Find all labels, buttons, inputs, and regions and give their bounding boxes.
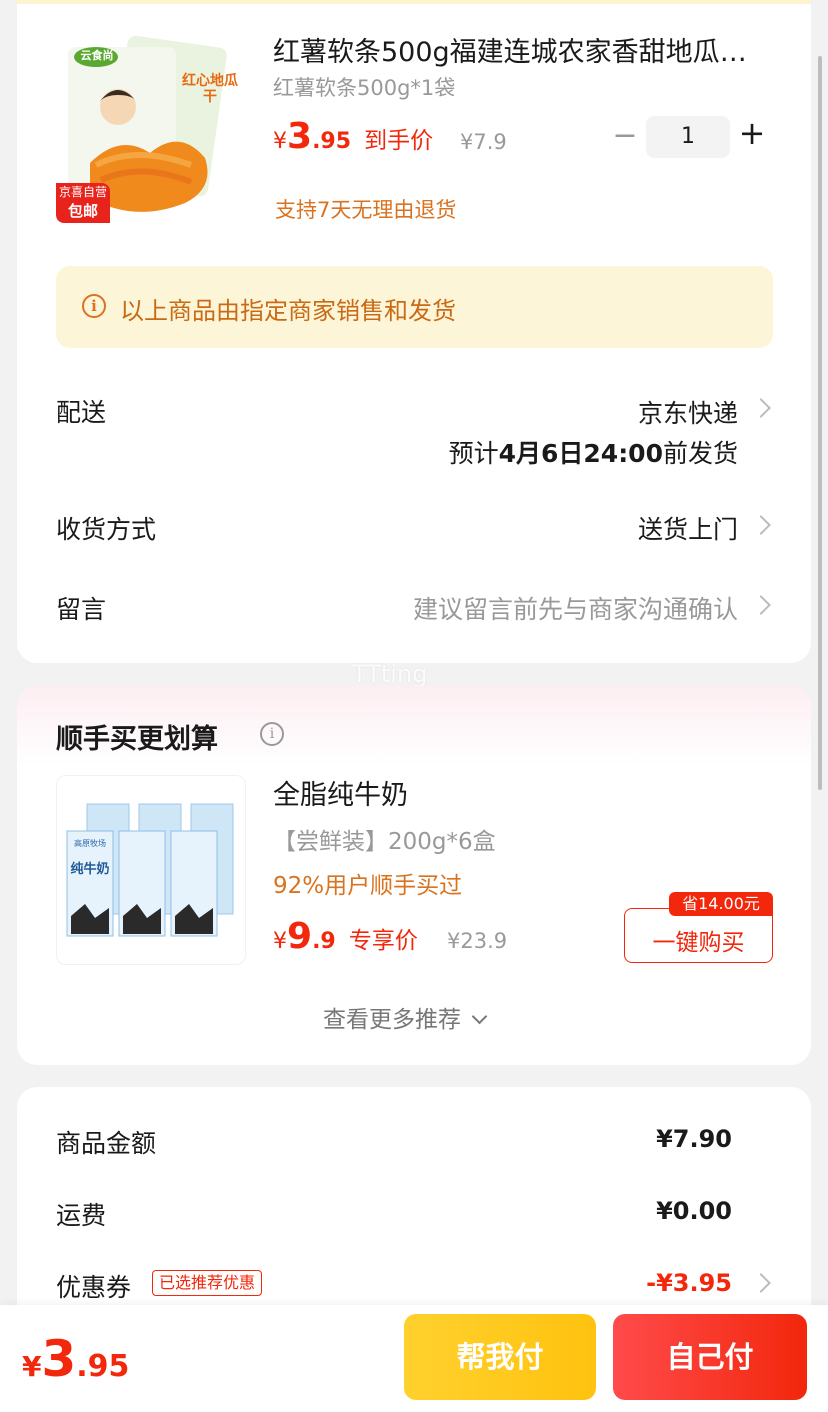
- save-badge: 省14.00元: [669, 892, 773, 916]
- more-recommend-label: 查看更多推荐: [323, 1007, 461, 1033]
- badge-top-text: 京喜自营: [58, 185, 107, 199]
- seller-notice: i 以上商品由指定商家销售和发货: [56, 266, 773, 348]
- eta-date: 4月6日24:00: [498, 439, 663, 468]
- more-recommend-link[interactable]: 查看更多推荐: [323, 1000, 488, 1034]
- qty-input[interactable]: 1: [646, 116, 730, 158]
- milk-price-int: 9: [287, 916, 313, 957]
- price-tag: 到手价: [364, 128, 434, 154]
- top-edge: [17, 0, 811, 4]
- milk-original-price: ¥23.9: [447, 929, 508, 953]
- coupon-label: 优惠券: [56, 1273, 132, 1302]
- goods-amount-value: ¥7.90: [656, 1125, 732, 1153]
- total-price-symbol: ¥: [22, 1350, 42, 1383]
- coupon-tag: 已选推荐优惠: [152, 1270, 263, 1296]
- price-symbol: ¥: [273, 129, 287, 154]
- product-price: ¥3.95 到手价: [273, 116, 433, 157]
- goods-amount-label: 商品金额: [56, 1129, 157, 1158]
- eta-prefix: 预计: [448, 439, 499, 468]
- recommend-title: 顺手买更划算: [56, 724, 218, 755]
- carton-top-text: 高原牧场: [74, 839, 106, 848]
- buy-now-button[interactable]: 一键购买: [624, 908, 773, 963]
- milk-spec: 【尝鲜装】200g*6盒: [273, 829, 496, 855]
- price-int: 3: [287, 116, 313, 157]
- self-pay-button[interactable]: 自己付: [613, 1314, 807, 1400]
- original-price: ¥7.9: [460, 130, 507, 154]
- milk-price-symbol: ¥: [273, 929, 287, 954]
- buy-now-label: 一键购买: [652, 930, 745, 956]
- total-price-dec: .95: [76, 1349, 130, 1384]
- coupon-value[interactable]: -¥3.95: [646, 1269, 732, 1297]
- notice-text: 以上商品由指定商家销售和发货: [120, 297, 456, 325]
- message-input[interactable]: 建议留言前先与商家沟通确认: [413, 590, 738, 626]
- message-label: 留言: [56, 595, 107, 624]
- watermark: TTting: [352, 660, 428, 688]
- delivery-label: 配送: [56, 398, 107, 427]
- receive-label: 收货方式: [56, 515, 157, 544]
- scrollbar[interactable]: [818, 56, 822, 790]
- milk-popularity: 92%用户顺手买过: [273, 873, 463, 899]
- total-price: ¥3.95: [22, 1330, 129, 1388]
- price-dec: .95: [312, 129, 352, 154]
- total-price-int: 3: [41, 1330, 77, 1388]
- badge-bottom-text: 包邮: [67, 202, 98, 220]
- shipping-label: 运费: [56, 1201, 107, 1230]
- product-badge: 京喜自营 包邮: [56, 183, 110, 223]
- chevron-down-icon: [471, 1008, 488, 1025]
- delivery-carrier[interactable]: 京东快递: [638, 394, 738, 430]
- recommend-info-icon[interactable]: i: [260, 722, 284, 746]
- receive-value[interactable]: 送货上门: [638, 510, 738, 546]
- qty-plus-button[interactable]: +: [738, 114, 766, 152]
- info-icon: i: [82, 294, 106, 318]
- package-name: 红心地瓜干: [182, 73, 238, 105]
- product-image[interactable]: 云食尚 红心地瓜干 京喜自营 包邮: [56, 35, 246, 225]
- product-spec: 红薯软条500g*1袋: [273, 76, 456, 100]
- product-title[interactable]: 红薯软条500g福建连城农家香甜地瓜干红薯干零食: [273, 30, 773, 69]
- eta-suffix: 前发货: [662, 439, 738, 468]
- carton-label: 纯牛奶: [70, 862, 110, 877]
- milk-price: ¥9.9 专享价: [273, 916, 418, 957]
- help-pay-button[interactable]: 帮我付: [404, 1314, 596, 1400]
- qty-minus-button[interactable]: −: [612, 118, 638, 153]
- milk-image[interactable]: 高原牧场 纯牛奶: [56, 775, 246, 965]
- milk-name[interactable]: 全脂纯牛奶: [273, 773, 408, 812]
- milk-price-tag: 专享价: [348, 928, 418, 954]
- package-brand: 云食尚: [80, 49, 114, 62]
- shipping-value: ¥0.00: [656, 1197, 732, 1225]
- return-policy: 支持7天无理由退货: [275, 198, 457, 222]
- delivery-eta: 预计4月6日24:00前发货: [449, 434, 738, 470]
- milk-price-dec: .9: [312, 929, 336, 954]
